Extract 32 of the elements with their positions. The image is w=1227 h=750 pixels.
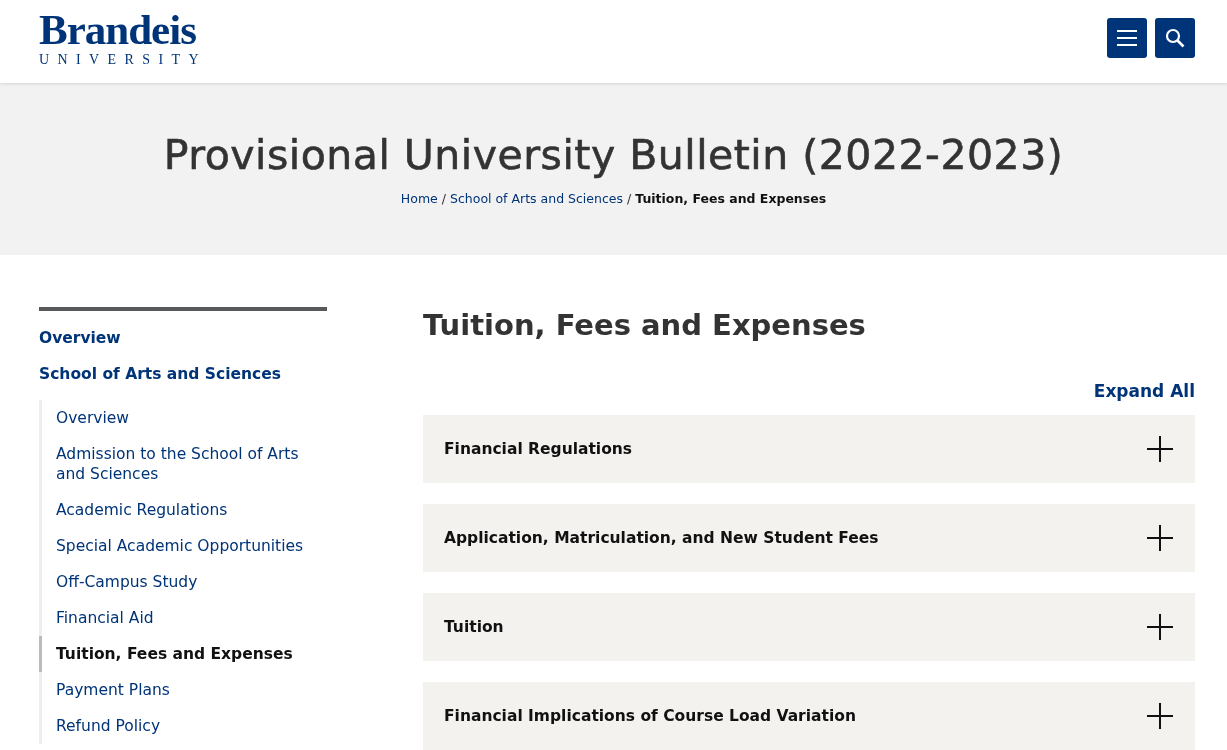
accordion-header[interactable]: Tuition: [423, 593, 1195, 661]
accordion-title: Application, Matriculation, and New Student Fees: [444, 529, 879, 547]
search-icon: [1165, 28, 1185, 48]
breadcrumb-current: Tuition, Fees and Expenses: [635, 191, 827, 206]
breadcrumb-link[interactable]: Home: [400, 191, 438, 206]
sidebar-subitem[interactable]: Special Academic Opportunities: [56, 536, 327, 556]
accordion-title: Financial Implications of Course Load Variation: [444, 707, 856, 725]
accordion-title: Tuition: [444, 618, 504, 636]
university-logo[interactable]: Brandeis UNIVERSITY: [39, 9, 207, 68]
sidebar-subitem[interactable]: Overview: [56, 408, 327, 428]
sidebar-subitem[interactable]: Tuition, Fees and Expenses: [56, 644, 327, 664]
breadcrumb-separator: /: [627, 191, 632, 206]
menu-icon: [1116, 29, 1138, 47]
sidebar-subitem[interactable]: Off-Campus Study: [56, 572, 327, 592]
expand-all-link[interactable]: Expand All: [1093, 379, 1195, 403]
menu-button[interactable]: [1107, 18, 1147, 58]
accordion-header[interactable]: Financial Implications of Course Load Variation: [423, 682, 1195, 750]
breadcrumb-link[interactable]: School of Arts and Sciences: [450, 191, 624, 206]
accordion-header[interactable]: Financial Regulations: [423, 415, 1195, 483]
page-title: Provisional University Bulletin (2022-2023): [163, 130, 1064, 181]
accordion-title: Financial Regulations: [444, 440, 633, 458]
sidebar-subitem[interactable]: Admission to the School of Arts and Sciences: [56, 444, 327, 484]
accordion-header[interactable]: Application, Matriculation, and New Student Fees: [423, 504, 1195, 572]
section-heading: Tuition, Fees and Expenses: [423, 307, 867, 343]
sidebar-item[interactable]: School of Arts and Sciences: [39, 356, 327, 392]
sidebar-item[interactable]: Overview: [39, 320, 327, 356]
sidebar-subitem[interactable]: Academic Regulations: [56, 500, 327, 520]
sidebar-subitem[interactable]: Payment Plans: [56, 680, 327, 700]
breadcrumb-separator: /: [441, 191, 446, 206]
sidebar-subitem[interactable]: Financial Aid: [56, 608, 327, 628]
search-button[interactable]: [1155, 18, 1195, 58]
sidebar-subitem[interactable]: Refund Policy: [56, 716, 327, 736]
